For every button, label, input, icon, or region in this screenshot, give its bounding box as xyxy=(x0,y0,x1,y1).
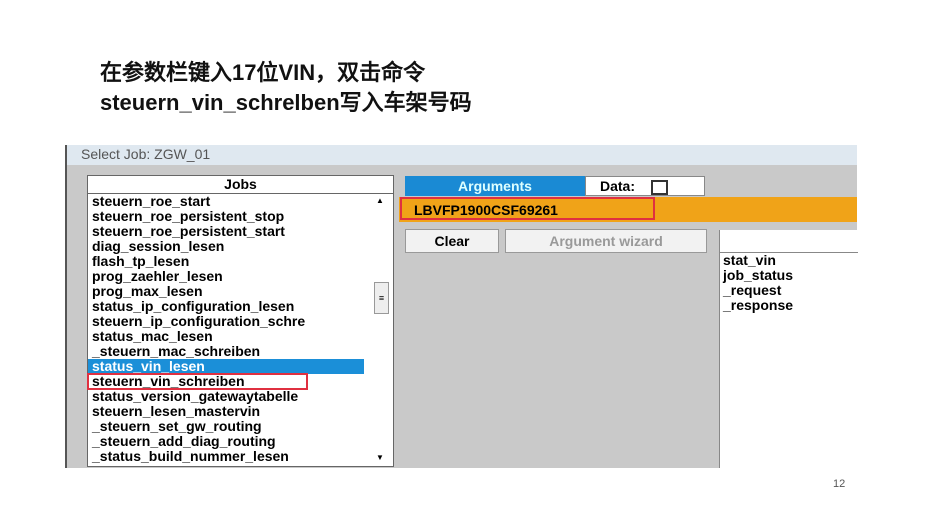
tool-screenshot: Select Job: ZGW_01 Jobs steuern_roe_star… xyxy=(65,145,858,468)
data-label: Data: xyxy=(600,178,636,194)
result-item[interactable]: job_status xyxy=(720,268,858,283)
data-checkbox[interactable] xyxy=(651,179,669,195)
job-item[interactable]: _steuern_add_diag_routing xyxy=(88,434,364,449)
page-number: 12 xyxy=(833,478,846,490)
result-item[interactable]: _request xyxy=(720,283,858,298)
job-item[interactable]: steuern_roe_persistent_stop xyxy=(88,209,364,224)
scroll-up-icon[interactable]: ▲ xyxy=(376,196,384,205)
job-item[interactable]: steuern_vin_schreiben xyxy=(87,373,308,390)
job-item[interactable]: steuern_roe_persistent_start xyxy=(88,224,364,239)
job-item[interactable]: diag_session_lesen xyxy=(88,239,364,254)
job-item[interactable]: status_ip_configuration_lesen xyxy=(88,299,364,314)
job-item[interactable]: _status_build_nummer_lesen xyxy=(88,449,364,464)
result-item[interactable]: stat_vin xyxy=(720,253,858,268)
scroll-down-icon[interactable]: ▼ xyxy=(376,453,384,462)
title-line-1: 在参数栏键入17位VIN，双击命令 xyxy=(100,60,426,85)
tab-data[interactable]: Data: xyxy=(585,176,705,196)
job-item[interactable]: steuern_roe_start xyxy=(88,194,364,209)
jobs-list: Jobs steuern_roe_start steuern_roe_persis… xyxy=(87,175,394,467)
job-item[interactable]: prog_zaehler_lesen xyxy=(88,269,364,284)
argument-wizard-button[interactable]: Argument wizard xyxy=(505,229,707,253)
job-item[interactable]: _steuern_set_gw_routing xyxy=(88,419,364,434)
title-line-2: steuern_vin_schrelben写入车架号码 xyxy=(100,90,472,115)
clear-button[interactable]: Clear xyxy=(405,229,499,253)
results-header xyxy=(720,230,858,253)
job-item[interactable]: flash_tp_lesen xyxy=(88,254,364,269)
job-item[interactable]: steuern_lesen_mastervin xyxy=(88,404,364,419)
job-item[interactable]: status_version_gatewaytabelle xyxy=(88,389,364,404)
job-item[interactable]: steuern_ip_configuration_schre xyxy=(88,314,364,329)
jobs-header: Jobs xyxy=(88,176,393,194)
job-item[interactable]: status_vin_lesen xyxy=(88,359,364,374)
results-list: stat_vin job_status _request _response xyxy=(719,230,858,468)
job-item[interactable]: _steuern_mac_schreiben xyxy=(88,344,364,359)
scroll-thumb[interactable]: ≡ xyxy=(374,282,389,314)
tab-arguments[interactable]: Arguments xyxy=(405,176,585,196)
job-item[interactable]: status_mac_lesen xyxy=(88,329,364,344)
window-title: Select Job: ZGW_01 xyxy=(67,145,857,165)
job-item[interactable]: prog_max_lesen xyxy=(88,284,364,299)
result-item[interactable]: _response xyxy=(720,298,858,313)
jobs-scrollbar[interactable]: ▲ ≡ ▼ xyxy=(371,194,391,466)
argument-input[interactable]: LBVFP1900CSF69261 xyxy=(400,197,655,220)
slide-title: 在参数栏键入17位VIN，双击命令 steuern_vin_schrelben写… xyxy=(100,58,472,118)
